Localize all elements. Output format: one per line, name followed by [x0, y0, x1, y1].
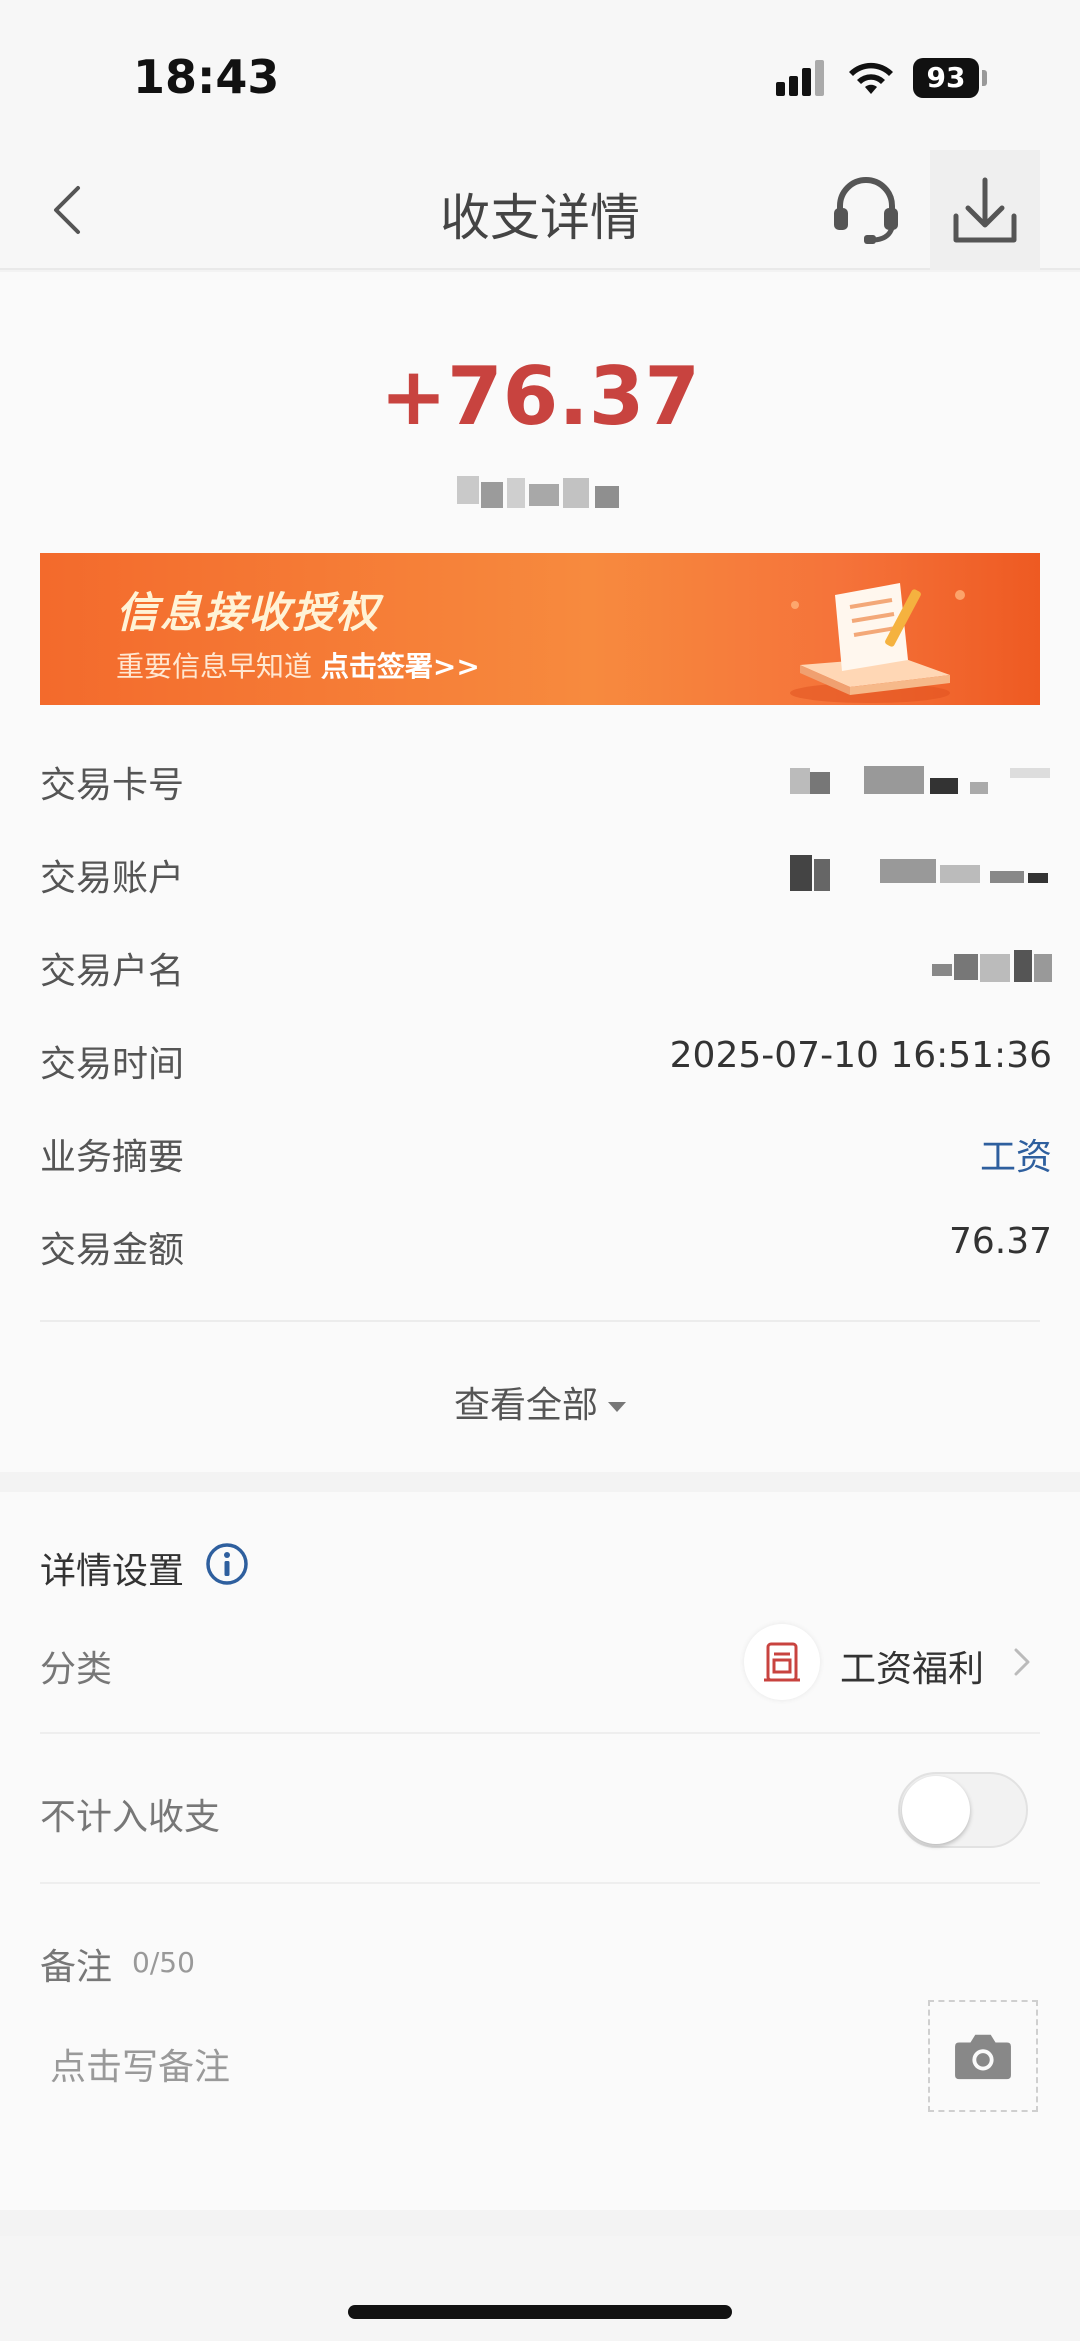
transaction-time: 2025-07-10 16:51:36: [669, 1035, 1052, 1076]
cellular-signal-icon: [776, 60, 828, 96]
note-label: 备注: [40, 1947, 113, 1988]
detail-row-time: 交易时间 2025-07-10 16:51:36: [40, 1021, 1052, 1114]
divider: [40, 1732, 1040, 1734]
detail-row-card-number: 交易卡号: [40, 742, 1052, 835]
detail-row-account-name: 交易户名: [40, 928, 1052, 1021]
authorization-banner[interactable]: 信息接收授权 重要信息早知道 点击签署>>: [40, 553, 1040, 705]
caret-down-icon: [608, 1402, 626, 1412]
battery-icon: 93: [913, 58, 979, 98]
transaction-amount: +76.37: [379, 350, 701, 443]
wifi-icon: [849, 62, 893, 94]
transaction-amount-value: 76.37: [948, 1221, 1052, 1262]
masked-account-name: [932, 948, 1052, 984]
detail-label: 业务摘要: [40, 1137, 185, 1178]
toggle-knob: [902, 1776, 970, 1844]
detail-label: 交易金额: [40, 1230, 185, 1271]
divider: [40, 1320, 1040, 1322]
banner-title: 信息接收授权: [116, 588, 381, 637]
info-icon[interactable]: [205, 1542, 249, 1586]
category-value[interactable]: 工资福利: [840, 1640, 984, 1692]
exclude-from-stats-label: 不计入收支: [40, 1797, 221, 1838]
note-input[interactable]: 点击写备注: [50, 2038, 230, 2090]
detail-label: 交易账户: [40, 858, 185, 899]
detail-row-account: 交易账户: [40, 835, 1052, 928]
page-title: 收支详情: [440, 189, 640, 247]
document-signing-illustration: [790, 583, 965, 703]
exclude-from-stats-toggle[interactable]: [898, 1772, 1028, 1848]
divider: [40, 1882, 1040, 1884]
banner-subtitle: 重要信息早知道 点击签署>>: [116, 645, 480, 685]
chevron-right-icon[interactable]: [1010, 1644, 1034, 1680]
detail-label: 交易卡号: [40, 765, 185, 806]
detail-label: 交易户名: [40, 951, 185, 992]
status-time: 18:43: [133, 50, 280, 104]
masked-account-number: [790, 855, 1052, 891]
nav-bar: 收支详情: [0, 150, 1080, 270]
home-indicator[interactable]: [348, 2305, 732, 2319]
masked-counterparty-name: [457, 472, 625, 512]
view-all-button[interactable]: 查看全部: [0, 1376, 1080, 1428]
detail-row-summary: 业务摘要 工资: [40, 1114, 1052, 1207]
transaction-summary-card: +76.37 信息接收授权 重要信息早知道 点击签署>> 交易卡号 交易账户 交…: [0, 272, 1080, 1472]
add-photo-button[interactable]: [928, 2000, 1038, 2112]
business-summary-link[interactable]: 工资: [980, 1128, 1052, 1180]
category-label: 分类: [40, 1649, 113, 1690]
detail-row-amount: 交易金额 76.37: [40, 1207, 1052, 1300]
battery-tip: [982, 70, 987, 86]
customer-service-icon[interactable]: [826, 170, 906, 250]
download-button[interactable]: [930, 150, 1040, 270]
settings-title: 详情设置: [40, 1551, 185, 1592]
download-icon: [953, 177, 1017, 243]
banner-cta[interactable]: 点击签署>>: [321, 650, 480, 683]
masked-card-number: [790, 762, 1052, 798]
note-char-count: 0/50: [132, 1946, 195, 1979]
detail-settings-card: 详情设置 分类 工资福利 不计入收支 备注 0/50 点击写备注: [0, 1492, 1080, 2210]
status-bar: 18:43 93: [0, 0, 1080, 150]
view-all-label: 查看全部: [453, 1385, 598, 1426]
transaction-detail-list: 交易卡号 交易账户 交易户名 交易时间 2025-07-10 16:51:36 …: [40, 742, 1052, 1300]
salary-category-icon: [744, 1624, 820, 1700]
detail-label: 交易时间: [40, 1044, 185, 1085]
bottom-area: [0, 2236, 1080, 2341]
camera-icon: [955, 2034, 1011, 2080]
banner-subtitle-text: 重要信息早知道: [116, 650, 321, 683]
